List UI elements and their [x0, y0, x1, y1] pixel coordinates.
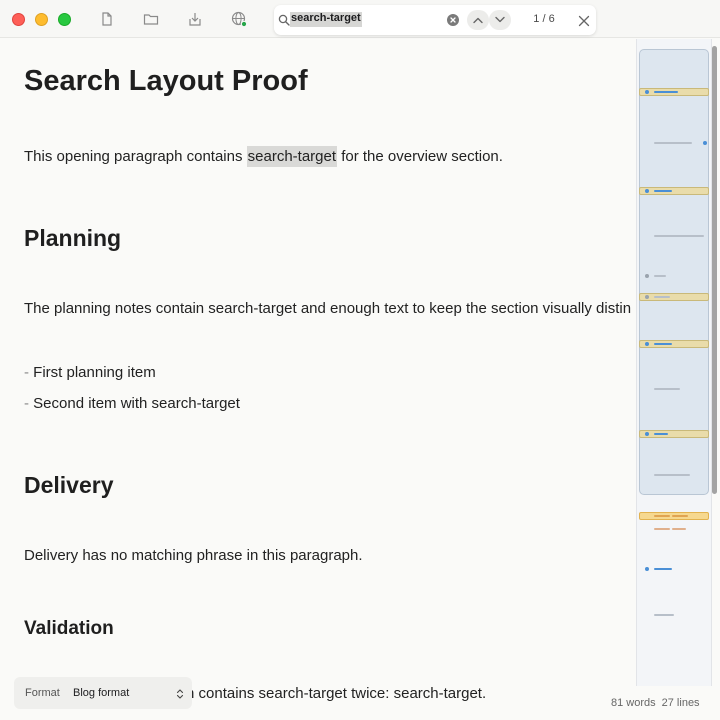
minimize-window-button[interactable] [35, 13, 48, 26]
intro-text-start: This opening paragraph contains [24, 148, 247, 165]
format-select-value[interactable]: Blog format [73, 687, 129, 699]
folder-icon[interactable] [143, 11, 159, 27]
minimap-line [654, 433, 668, 435]
find-bar: search-target 1 / 6 [274, 5, 596, 35]
chevron-up-icon [473, 17, 483, 24]
intro-text-end: for the overview section. [337, 148, 503, 165]
minimap-line [654, 275, 666, 277]
minimap-match-marker[interactable] [639, 430, 709, 438]
planning-paragraph: The planning notes contain search-target… [24, 300, 632, 317]
minimap-match-marker[interactable] [639, 340, 709, 348]
minimap-line [654, 142, 692, 144]
validation-heading: Validation [24, 618, 114, 639]
delivery-heading: Delivery [24, 472, 114, 498]
maximize-window-button[interactable] [58, 13, 71, 26]
minimap-dot [645, 567, 649, 571]
download-icon[interactable] [187, 11, 203, 27]
window-toolbar: search-target 1 / 6 [0, 0, 720, 38]
minimap-line [654, 190, 672, 192]
list-item: - Second item with search-target [24, 394, 240, 414]
minimap-match-marker[interactable] [639, 293, 709, 301]
previous-match-button[interactable] [467, 10, 489, 30]
minimap-line [654, 568, 672, 570]
close-find-button[interactable] [578, 14, 590, 27]
validation-paragraph: n contains search-target twice: search-t… [186, 685, 487, 702]
match-counter: 1 / 6 [533, 13, 555, 25]
search-icon [278, 13, 290, 26]
minimap-dot [645, 295, 649, 299]
minimap-line [654, 388, 680, 390]
close-window-button[interactable] [12, 13, 25, 26]
minimap-match-marker[interactable] [639, 187, 709, 195]
minimap-line [654, 614, 674, 616]
document-stats: 81 words 27 lines [611, 697, 700, 709]
minimap-dot [645, 90, 649, 94]
minimap-viewport[interactable] [639, 49, 709, 495]
globe-icon[interactable] [231, 11, 247, 27]
editor-area[interactable]: Search Layout Proof This opening paragra… [0, 39, 636, 720]
updown-chevron-icon [176, 687, 184, 699]
new-document-icon[interactable] [99, 11, 115, 27]
bullet-marker: - [24, 364, 29, 381]
minimap-dot [645, 432, 649, 436]
search-input[interactable]: search-target [290, 12, 362, 27]
minimap-dot [645, 342, 649, 346]
minimap-line [654, 235, 704, 237]
format-label: Format [25, 687, 60, 699]
list-item-text: Second item with search-target [33, 395, 240, 412]
word-count: 81 words [611, 697, 656, 709]
minimap-line [654, 343, 672, 345]
close-icon [578, 15, 590, 27]
minimap-line [654, 515, 670, 517]
minimap-line [654, 296, 670, 298]
clear-search-button[interactable] [447, 14, 459, 26]
list-item-text: First planning item [33, 364, 156, 381]
vertical-scrollbar[interactable] [712, 46, 717, 494]
minimap[interactable] [636, 39, 712, 686]
minimap-line [654, 474, 690, 476]
minimap-line [672, 528, 686, 530]
format-selector[interactable]: Format Blog format [14, 677, 192, 709]
minimap-dot [703, 141, 707, 145]
minimap-line [654, 91, 678, 93]
minimap-line [672, 515, 688, 517]
planning-heading: Planning [24, 225, 122, 251]
chevron-down-icon [495, 16, 505, 23]
line-count: 27 lines [661, 697, 700, 709]
current-match-highlight: search-target [246, 146, 338, 167]
next-match-button[interactable] [489, 10, 511, 30]
delivery-paragraph: Delivery has no matching phrase in this … [24, 547, 363, 564]
bullet-marker: - [24, 395, 29, 412]
minimap-dot [645, 189, 649, 193]
minimap-dot [645, 274, 649, 278]
minimap-line [654, 528, 670, 530]
list-item: - First planning item [24, 363, 156, 383]
document-title: Search Layout Proof [24, 65, 308, 97]
intro-paragraph: This opening paragraph contains search-t… [24, 146, 503, 167]
